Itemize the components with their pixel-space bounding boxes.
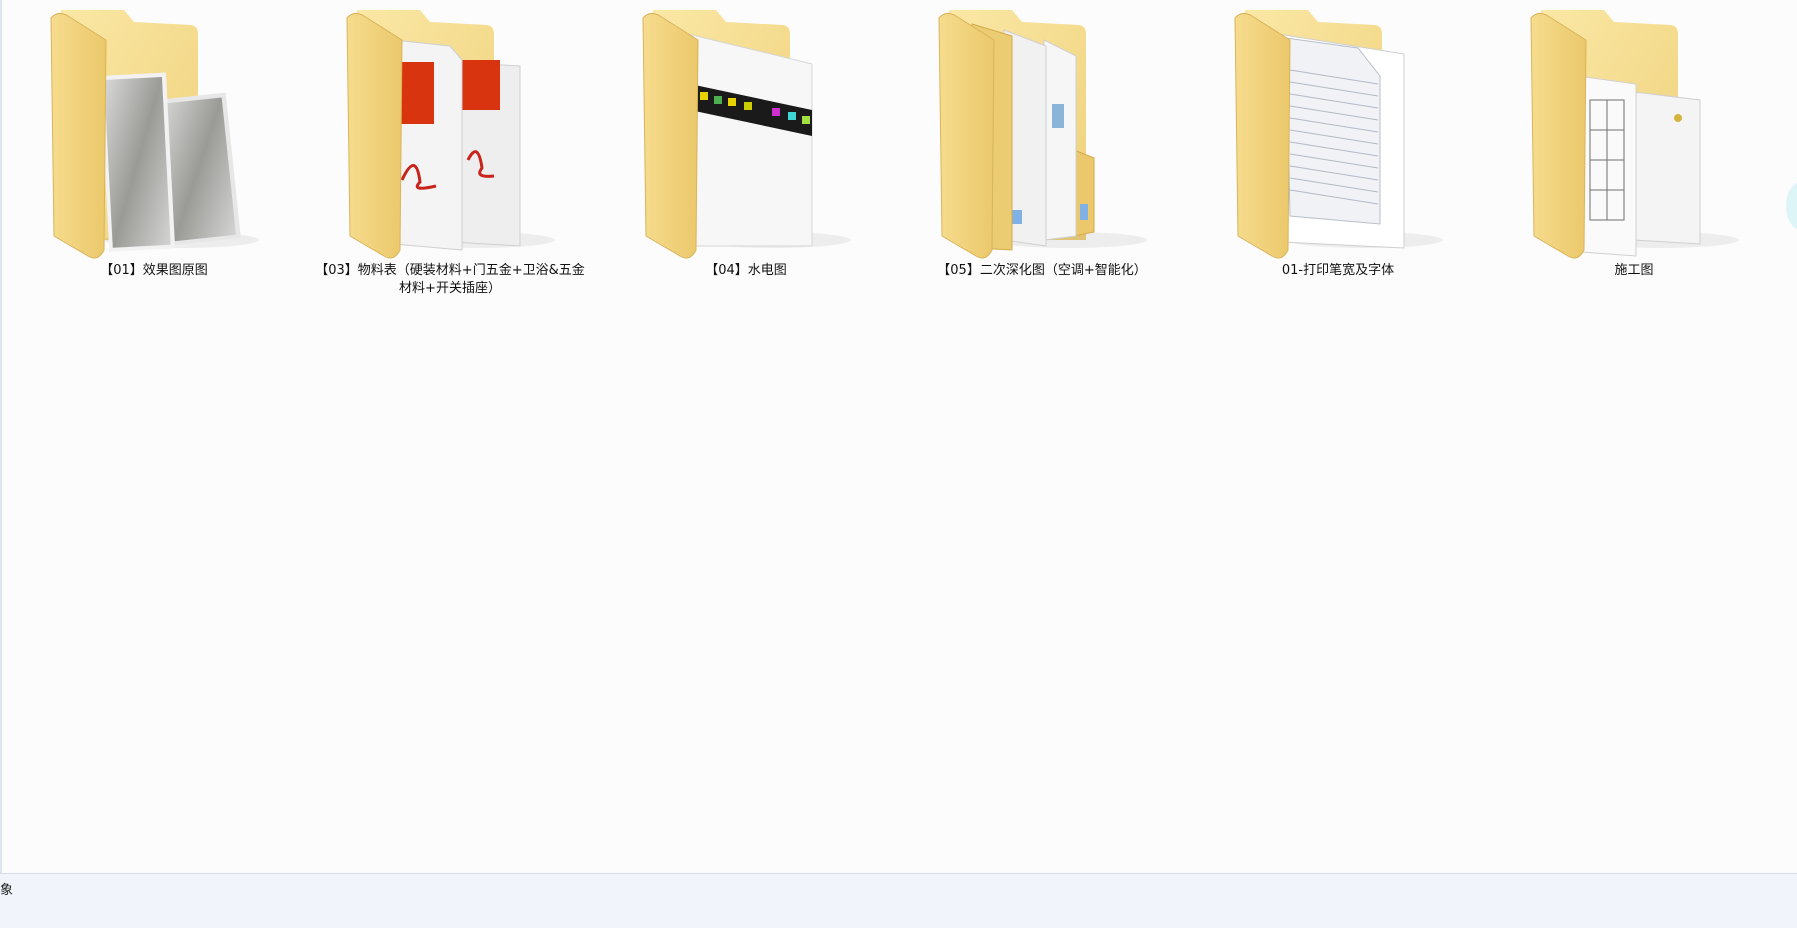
- folder-label: 【05】二次深化图（空调+智能化）: [937, 263, 1147, 278]
- folder-icon: [1234, 10, 1443, 259]
- folder-label: 01-打印笔宽及字体: [1281, 263, 1395, 278]
- scroll-indicator[interactable]: [1786, 182, 1797, 230]
- folder-label: 【03】物料表（硬装材料+门五金+卫浴&五金材料+开关插座）: [315, 263, 585, 296]
- status-text: 象: [0, 883, 14, 898]
- folder-label: 【04】水电图: [705, 263, 787, 278]
- folder-icon: [50, 10, 259, 259]
- folder-label: 【01】效果图原图: [100, 263, 208, 278]
- file-view: 【01】效果图原图 【03】物料表（硬装材料+门五金+卫浴&五金材料+开关插座）: [0, 0, 1797, 873]
- folder-item-print-pen-width[interactable]: 01-打印笔宽及字体: [1190, 0, 1486, 300]
- folder-icon: [1530, 10, 1739, 259]
- folder-icon: [346, 10, 555, 259]
- folder-item-materials[interactable]: 【03】物料表（硬装材料+门五金+卫浴&五金材料+开关插座）: [302, 0, 598, 300]
- pane-border: [0, 0, 2, 873]
- folder-item-detailed-drawings[interactable]: 【05】二次深化图（空调+智能化）: [894, 0, 1190, 300]
- folder-icon: [642, 10, 851, 259]
- status-bar: 象: [0, 873, 1797, 928]
- folder-item-construction-drawings[interactable]: 施工图: [1486, 0, 1782, 300]
- folder-item-plumbing-electrical[interactable]: 【04】水电图: [598, 0, 894, 300]
- folder-label: 施工图: [1614, 263, 1654, 278]
- folder-icon: [938, 10, 1147, 259]
- folder-item-renderings[interactable]: 【01】效果图原图: [6, 0, 302, 300]
